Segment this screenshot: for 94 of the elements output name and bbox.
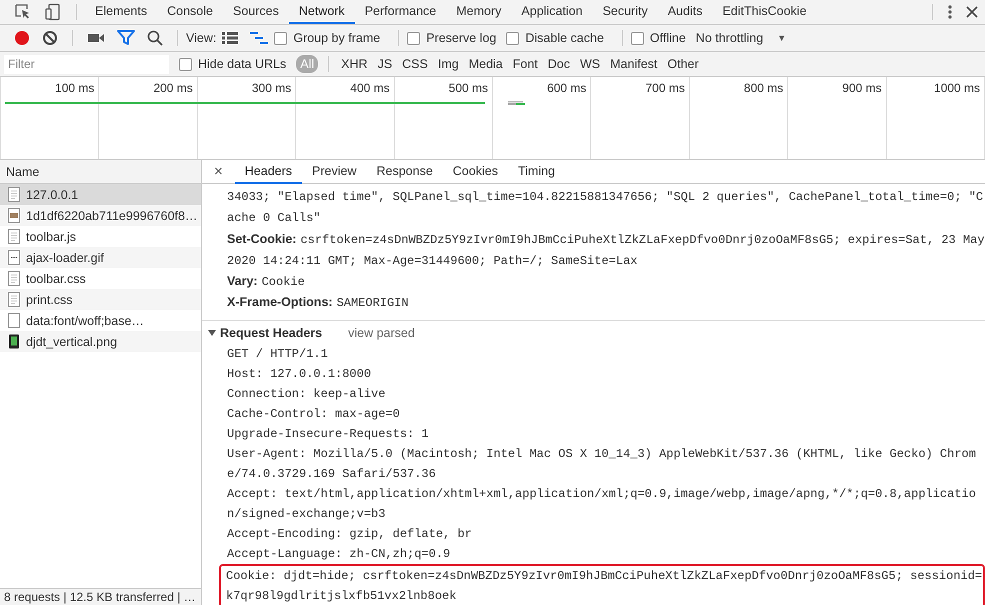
- file-icon: [8, 292, 20, 307]
- time-label: 500 ms: [448, 81, 488, 95]
- time-label: 100 ms: [55, 81, 94, 95]
- file-icon: [8, 271, 20, 286]
- dropdown-arrow[interactable]: ▼: [777, 33, 786, 43]
- panel-tab[interactable]: Application: [511, 0, 593, 24]
- request-row[interactable]: 1d1df6220ab711e9996760f8…: [0, 205, 201, 226]
- request-row[interactable]: djdt_vertical.png: [0, 331, 201, 352]
- panel-tab[interactable]: Audits: [658, 0, 712, 24]
- request-row[interactable]: toolbar.css: [0, 268, 201, 289]
- checkbox[interactable]: [274, 32, 288, 44]
- throttling-dropdown[interactable]: No throttling: [696, 31, 764, 45]
- header-line: X-Frame-Options: SAMEORIGIN: [227, 294, 410, 312]
- request-row[interactable]: 127.0.0.1: [0, 184, 201, 205]
- inspect-icon[interactable]: [14, 3, 32, 21]
- detail-tab[interactable]: Preview: [302, 160, 366, 184]
- request-row[interactable]: data:font/woff;base…: [0, 310, 201, 331]
- header-line: Accept: text/html,application/xhtml+xml,application/xml;q=0.9,image/webp,image/apng,*/*;q=0.8,application/signed-exchange;v=b3: [226, 486, 977, 523]
- header-line: User-Agent: Mozilla/5.0 (Macintosh; Intel Mac OS X 10_14_3) AppleWebKit/537.36 (KHTML, like Gecko) Chrome/74.0.3729.169 Safari/537.36: [226, 446, 977, 483]
- checkbox[interactable]: [179, 58, 192, 70]
- header-line: Accept-Encoding: gzip, deflate, br: [226, 526, 473, 543]
- request-row[interactable]: print.css: [0, 289, 201, 310]
- record-button[interactable]: [14, 30, 30, 46]
- status-bar: 8 requests | 12.5 KB transferred | …: [0, 588, 201, 605]
- header-line: 34033; "Elapsed time", SQLPanel_sql_time=104.82215881347656; "SQL 2 queries", CachePanel_total_time=0; "Cache 0 Calls": [227, 189, 984, 228]
- close-icon[interactable]: [965, 5, 979, 19]
- type-filter[interactable]: Img: [434, 55, 463, 73]
- type-filter[interactable]: Doc: [544, 55, 574, 73]
- camera-icon[interactable]: [87, 32, 105, 44]
- time-label: 200 ms: [153, 81, 193, 95]
- header-line: Vary: Cookie: [227, 273, 306, 292]
- disclosure-triangle-icon[interactable]: [208, 328, 216, 337]
- type-filter[interactable]: Manifest: [606, 55, 662, 73]
- checkbox[interactable]: [506, 32, 520, 44]
- header-line: Accept-Language: zh-CN,zh;q=0.9: [226, 546, 452, 563]
- time-label: 1000 ms: [934, 81, 980, 95]
- type-filter[interactable]: XHR: [337, 55, 372, 73]
- type-filter[interactable]: JS: [374, 55, 396, 73]
- detail-tab[interactable]: Cookies: [442, 160, 508, 184]
- phone-icon: [8, 334, 20, 349]
- file-icon: [8, 229, 20, 244]
- checkbox-label: Group by frame: [293, 31, 380, 45]
- type-filter[interactable]: Media: [464, 55, 507, 73]
- filter-icon[interactable]: [117, 30, 135, 46]
- panel-tab[interactable]: Memory: [446, 0, 512, 24]
- request-row[interactable]: ajax-loader.gif: [0, 247, 201, 268]
- clear-icon[interactable]: [42, 30, 58, 46]
- type-filter[interactable]: WS: [576, 55, 604, 73]
- time-label: 700 ms: [645, 81, 685, 95]
- image-file-icon: [8, 208, 20, 223]
- panel-tab[interactable]: EditThisCookie: [712, 0, 817, 24]
- checkbox-label: Offline: [650, 31, 686, 45]
- header-line: Host: 127.0.0.1:8000: [226, 366, 372, 383]
- type-filter[interactable]: CSS: [398, 55, 432, 73]
- type-filter[interactable]: Font: [508, 55, 542, 73]
- column-header[interactable]: Name: [0, 160, 201, 184]
- detail-tab[interactable]: Timing: [508, 160, 565, 184]
- detail-tab[interactable]: Headers: [234, 160, 302, 184]
- close-button[interactable]: ×: [210, 163, 227, 180]
- panel-tab[interactable]: Performance: [354, 0, 446, 24]
- checkbox-label: Hide data URLs: [198, 57, 286, 71]
- waterfall-view-icon[interactable]: [250, 32, 268, 44]
- panel-tab[interactable]: Elements: [85, 0, 158, 24]
- file-icon: [8, 313, 20, 328]
- type-filter[interactable]: Other: [663, 55, 703, 73]
- request-row[interactable]: toolbar.js: [0, 226, 201, 247]
- time-label: 300 ms: [252, 81, 292, 95]
- more-icon[interactable]: [947, 4, 953, 20]
- panel-tab[interactable]: Console: [157, 0, 223, 24]
- header-line: Upgrade-Insecure-Requests: 1: [226, 426, 430, 443]
- time-label: 600 ms: [547, 81, 586, 95]
- time-label: 800 ms: [744, 81, 784, 95]
- checkbox-label: Preserve log: [426, 31, 496, 45]
- list-view-icon[interactable]: [222, 32, 238, 44]
- detail-tab[interactable]: Response: [366, 160, 443, 184]
- view-label: View:: [186, 31, 216, 45]
- checkbox[interactable]: [630, 32, 644, 44]
- file-icon: [8, 250, 20, 265]
- header-line: Connection: keep-alive: [226, 386, 386, 403]
- header-line: Set-Cookie: csrftoken=z4sDnWBZDz5Y9zIvr0mI9hJBmCciPuheXtlZkZLaFxepDfvo0Dnrj0zoOaMF8sG5; expires=Sat, 23 May 2020 14:24:11 GMT; Max-Age=31449600; Path=/; SameSite=Lax: [227, 230, 985, 270]
- device-icon[interactable]: [44, 3, 62, 21]
- view-parsed-link[interactable]: view parsed: [348, 326, 415, 340]
- checkbox[interactable]: [407, 32, 420, 44]
- time-label: 900 ms: [842, 81, 882, 95]
- panel-tab[interactable]: Sources: [222, 0, 289, 24]
- checkbox-label: Disable cache: [525, 31, 604, 45]
- header-line: Cache-Control: max-age=0: [226, 406, 401, 423]
- filter-field[interactable]: Filter: [4, 54, 169, 74]
- search-icon[interactable]: [147, 30, 163, 46]
- header-line: GET / HTTP/1.1: [226, 346, 329, 363]
- file-icon: [8, 187, 20, 202]
- panel-tab[interactable]: Security: [592, 0, 658, 24]
- section-title[interactable]: Request Headers: [220, 326, 322, 340]
- time-label: 400 ms: [350, 81, 390, 95]
